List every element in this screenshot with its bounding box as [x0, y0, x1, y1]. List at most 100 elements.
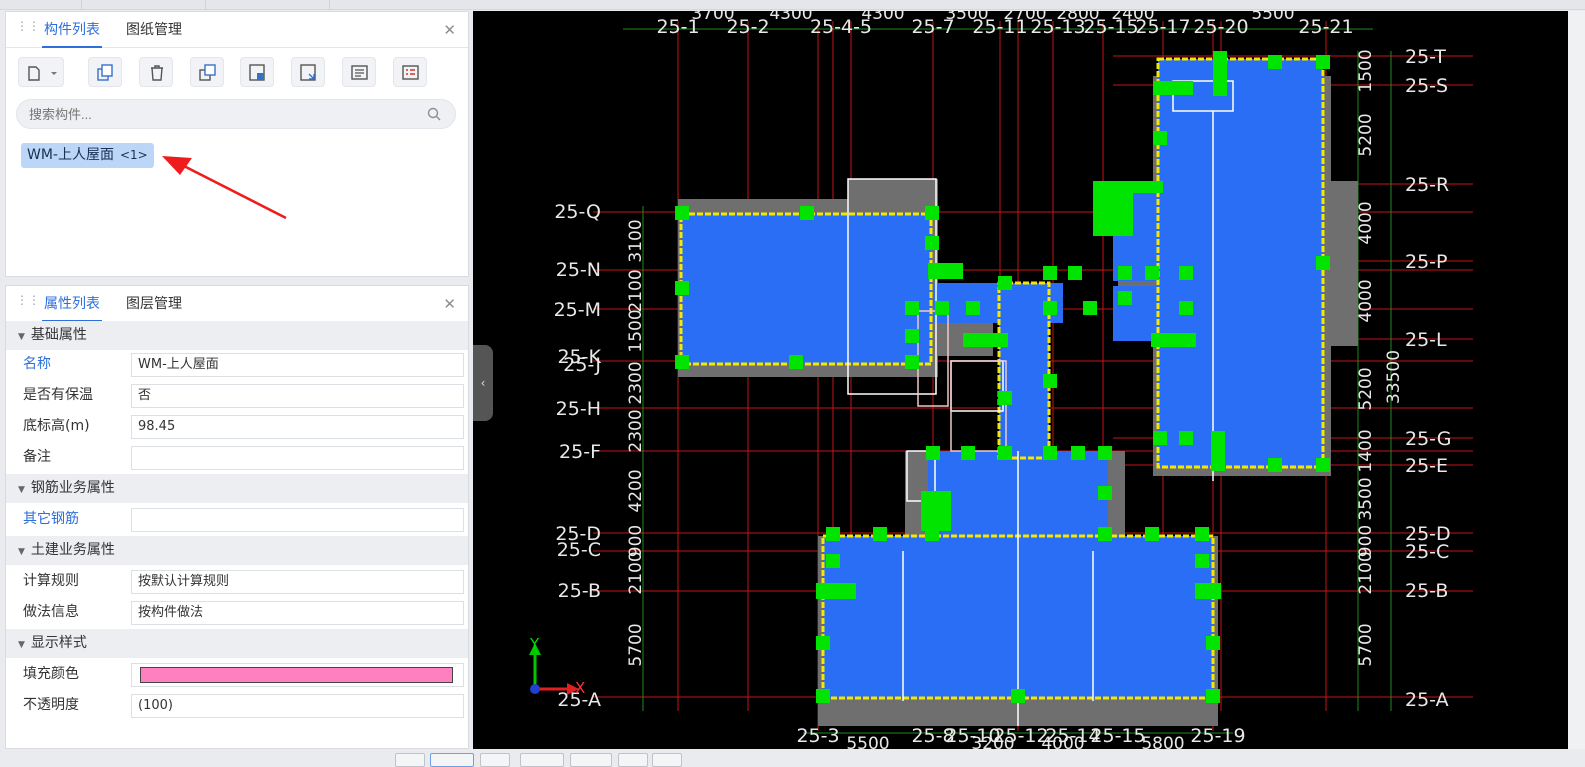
property-row-insulation: 是否有保温否: [6, 381, 468, 410]
left-axis-labels: 25-Q25-N 25-M25-K 25-J25-H 25-F25-D 25-C…: [554, 201, 602, 711]
copy-button[interactable]: [88, 57, 122, 87]
section-rebar-properties[interactable]: ▼ 钢筋业务属性: [6, 474, 468, 503]
fill-color-field[interactable]: [131, 663, 464, 687]
chevron-left-icon: ‹: [480, 376, 486, 390]
svg-text:2700: 2700: [1003, 11, 1046, 24]
svg-text:5700: 5700: [1356, 623, 1376, 666]
svg-text:25-C: 25-C: [1405, 541, 1449, 563]
method-field[interactable]: 按构件做法: [131, 601, 464, 625]
svg-text:4300: 4300: [769, 11, 812, 24]
cad-viewport[interactable]: 25-1 25-2 25-4-5 25-7 25-11 25-13 25-15 …: [473, 11, 1568, 749]
svg-text:1500: 1500: [626, 309, 646, 352]
section-civil-properties[interactable]: ▼ 土建业务属性: [6, 536, 468, 565]
drag-grip-icon[interactable]: ⋮⋮: [16, 294, 40, 312]
opacity-field[interactable]: (100): [131, 694, 464, 718]
bottom-tool-button[interactable]: [520, 753, 564, 767]
close-icon[interactable]: ✕: [443, 295, 456, 313]
property-list-panel: ⋮⋮ 属性列表 图层管理 ✕ ▼ 基础属性 名称 WM-上人屋面 是否有保温否 底标…: [5, 285, 469, 749]
tab-drawing-management[interactable]: 图纸管理: [126, 12, 182, 48]
component-name: WM-上人屋面: [27, 147, 114, 163]
floor-plan-drawing[interactable]: 25-1 25-2 25-4-5 25-7 25-11 25-13 25-15 …: [473, 11, 1568, 749]
svg-text:3200: 3200: [971, 734, 1014, 749]
search-bar: [16, 99, 456, 129]
svg-text:2100: 2100: [626, 551, 646, 594]
bottom-elevation-field[interactable]: 98.45: [131, 415, 464, 439]
svg-text:4000: 4000: [1356, 201, 1376, 244]
color-swatch[interactable]: [140, 667, 453, 683]
bottom-tool-button[interactable]: [395, 753, 425, 767]
svg-text:25-3: 25-3: [796, 725, 839, 747]
new-file-icon: [28, 66, 57, 81]
svg-text:25-B: 25-B: [1405, 580, 1448, 602]
section-display-style[interactable]: ▼ 显示样式: [6, 629, 468, 658]
svg-text:5200: 5200: [1356, 367, 1376, 410]
svg-text:25-19: 25-19: [1190, 725, 1245, 747]
svg-text:3500: 3500: [945, 11, 988, 24]
svg-text:5500: 5500: [846, 734, 889, 749]
property-row-fill-color: 填充颜色: [6, 660, 468, 689]
svg-text:25-P: 25-P: [1405, 251, 1448, 273]
svg-text:25-S: 25-S: [1405, 75, 1448, 97]
calc-rule-field[interactable]: 按默认计算规则: [131, 570, 464, 594]
annotation-arrow-icon: [162, 156, 287, 220]
other-rebar-field[interactable]: [131, 508, 464, 532]
search-input[interactable]: [29, 105, 409, 123]
properties-view-button[interactable]: [393, 57, 427, 87]
svg-text:25-B: 25-B: [558, 580, 601, 602]
bottom-tool-button[interactable]: [652, 753, 682, 767]
copy-to-floor-button[interactable]: [190, 57, 224, 87]
new-component-button[interactable]: [18, 57, 64, 87]
tab-layer-management[interactable]: 图层管理: [126, 286, 182, 322]
delete-button[interactable]: [139, 57, 173, 87]
svg-text:33500: 33500: [1384, 350, 1404, 404]
copy-icon: [97, 64, 113, 81]
svg-text:25-M: 25-M: [554, 299, 601, 321]
export-icon: [300, 64, 316, 81]
svg-text:1500: 1500: [1356, 49, 1376, 92]
bottom-tool-button[interactable]: [430, 753, 474, 767]
layers-copy-icon: [199, 64, 216, 81]
close-icon[interactable]: ✕: [443, 21, 456, 39]
section-basic-properties[interactable]: ▼ 基础属性: [6, 321, 468, 350]
svg-text:4000: 4000: [1041, 734, 1084, 749]
x-axis-label: X: [575, 679, 585, 697]
save-template-button[interactable]: [240, 57, 274, 87]
name-field[interactable]: WM-上人屋面: [131, 353, 464, 377]
tab-component-list[interactable]: 构件列表: [42, 12, 102, 48]
component-list-panel: ⋮⋮ 构件列表 图纸管理 ✕ WM-上人: [5, 11, 469, 277]
list-view-button[interactable]: [342, 57, 376, 87]
svg-text:25-Q: 25-Q: [554, 201, 601, 223]
svg-text:25-G: 25-G: [1405, 428, 1451, 450]
svg-text:4000: 4000: [1356, 279, 1376, 322]
drag-grip-icon[interactable]: ⋮⋮: [16, 20, 40, 38]
collapse-triangle-icon: ▼: [18, 485, 25, 495]
remark-field[interactable]: [131, 446, 464, 470]
svg-text:25-C: 25-C: [557, 539, 601, 561]
bottom-tool-button[interactable]: [480, 753, 510, 767]
list-icon: [351, 65, 368, 80]
bottom-tool-button[interactable]: [618, 753, 648, 767]
svg-text:3100: 3100: [626, 219, 646, 262]
svg-text:25-A: 25-A: [1405, 689, 1449, 711]
component-list-item[interactable]: WM-上人屋面 <1>: [21, 143, 154, 168]
svg-text:4300: 4300: [861, 11, 904, 24]
svg-text:4200: 4200: [626, 469, 646, 512]
search-icon[interactable]: [427, 107, 441, 121]
collapse-panel-button[interactable]: ‹: [473, 345, 493, 421]
bottom-tool-button[interactable]: [570, 753, 612, 767]
axis-label-top-8: 25-20: [1193, 16, 1248, 38]
svg-text:25-E: 25-E: [1405, 455, 1448, 477]
svg-text:25-N: 25-N: [556, 259, 601, 281]
tab-property-list[interactable]: 属性列表: [42, 286, 102, 322]
svg-text:5700: 5700: [626, 623, 646, 666]
panel-header: ⋮⋮ 构件列表 图纸管理 ✕: [6, 12, 468, 48]
right-axis-labels: 25-T25-S 25-R25-P 25-L25-G 25-E25-D 25-C…: [1405, 46, 1451, 711]
svg-text:25-R: 25-R: [1405, 174, 1449, 196]
svg-text:25-H: 25-H: [556, 398, 601, 420]
svg-text:25-L: 25-L: [1405, 329, 1447, 351]
extract-template-button[interactable]: [291, 57, 325, 87]
svg-text:3500: 3500: [1356, 477, 1376, 520]
right-edge-strip: [1568, 11, 1585, 749]
svg-text:25-15: 25-15: [1090, 725, 1145, 747]
insulation-field[interactable]: 否: [131, 384, 464, 408]
